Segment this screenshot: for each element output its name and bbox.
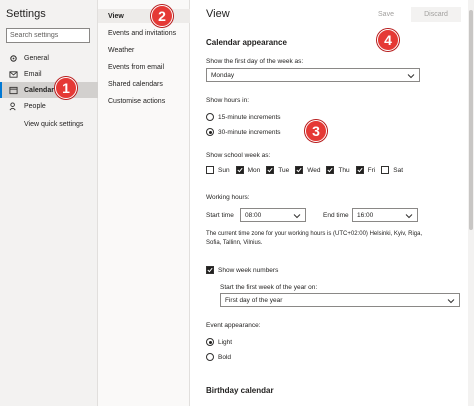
search-settings-input[interactable] [6, 28, 90, 43]
day-label: Sat [393, 166, 404, 174]
first-day-value: Monday [211, 71, 235, 79]
callout-badge-3: 3 [305, 120, 327, 142]
view-quick-settings-link[interactable]: View quick settings [24, 121, 83, 128]
nav-people[interactable]: People [0, 98, 98, 114]
birthday-calendar-heading: Birthday calendar [206, 386, 274, 395]
calendar-icon [8, 85, 18, 95]
nav-email[interactable]: Email [0, 66, 98, 82]
settings-pane: Settings General Email Calendar People V… [0, 0, 98, 406]
checkbox-checked [235, 166, 244, 174]
first-day-label: Show the first day of the week as: [206, 58, 304, 65]
working-hours-label: Working hours: [206, 194, 250, 201]
callout-badge-1: 1 [55, 77, 77, 99]
day-label: Thu [338, 166, 350, 174]
scrollbar-thumb[interactable] [469, 10, 473, 230]
radio-light[interactable]: Light [206, 338, 232, 346]
day-tue-checkbox[interactable]: Tue [266, 166, 289, 174]
start-time-dropdown[interactable]: 08:00 [240, 208, 306, 222]
checkbox-checked [295, 166, 304, 174]
day-label: Tue [278, 166, 290, 174]
submenu-events-invitations[interactable]: Events and invitations [98, 26, 190, 40]
submenu-weather[interactable]: Weather [98, 43, 190, 57]
day-label: Sun [218, 166, 230, 174]
day-thu-checkbox[interactable]: Thu [326, 166, 350, 174]
day-label: Wed [307, 166, 321, 174]
first-week-label: Start the first week of the year on: [220, 284, 318, 291]
callout-badge-4: 4 [377, 29, 399, 51]
radio-30-minute-label: 30-minute increments [218, 128, 281, 136]
checkbox-box [381, 166, 390, 174]
nav-calendar[interactable]: Calendar [0, 82, 98, 98]
radio-30-minute[interactable]: 30-minute increments [206, 128, 281, 136]
end-time-value: 16:00 [357, 211, 374, 219]
chevron-down-icon [447, 297, 455, 305]
submenu-customise-actions[interactable]: Customise actions [98, 94, 190, 108]
gear-icon [8, 53, 18, 63]
school-week-days: Sun Mon Tue Wed Thu Fri Sat [206, 166, 409, 174]
first-day-dropdown[interactable]: Monday [206, 68, 420, 82]
day-mon-checkbox[interactable]: Mon [235, 166, 261, 174]
day-label: Mon [247, 166, 261, 174]
nav-email-label: Email [24, 70, 42, 78]
chevron-down-icon [405, 212, 413, 220]
first-week-dropdown[interactable]: First day of the year [220, 293, 460, 307]
people-icon [8, 101, 18, 111]
show-hours-label: Show hours in: [206, 97, 249, 104]
radio-button-selected [206, 338, 214, 346]
callout-badge-2: 2 [151, 5, 173, 27]
day-fri-checkbox[interactable]: Fri [355, 166, 376, 174]
checkbox-checked [326, 166, 335, 174]
day-sat-checkbox[interactable]: Sat [381, 166, 403, 174]
day-wed-checkbox[interactable]: Wed [295, 166, 320, 174]
radio-button [206, 353, 214, 361]
nav-general-label: General [24, 54, 49, 62]
nav-general[interactable]: General [0, 50, 98, 66]
start-time-label: Start time [206, 212, 234, 219]
school-week-label: Show school week as: [206, 152, 271, 159]
chevron-down-icon [293, 212, 301, 220]
submenu-events-from-email[interactable]: Events from email [98, 60, 190, 74]
submenu-shared-calendars[interactable]: Shared calendars [98, 77, 190, 91]
nav-people-label: People [24, 102, 46, 110]
radio-button-selected [206, 128, 214, 136]
settings-title: Settings [6, 8, 46, 20]
page-title: View [206, 8, 230, 20]
save-button[interactable]: Save [368, 7, 404, 22]
day-sun-checkbox[interactable]: Sun [206, 166, 230, 174]
calendar-submenu: View Events and invitations Weather Even… [98, 0, 190, 406]
discard-button[interactable]: Discard [411, 7, 461, 22]
show-week-numbers-label: Show week numbers [218, 266, 279, 274]
start-time-value: 08:00 [245, 211, 262, 219]
end-time-label: End time [323, 212, 349, 219]
scrollbar[interactable] [468, 0, 474, 406]
radio-bold[interactable]: Bold [206, 353, 231, 361]
radio-15-minute[interactable]: 15-minute increments [206, 113, 281, 121]
checkbox-checked [355, 166, 364, 174]
checkbox-checked [206, 266, 214, 274]
checkbox-checked [266, 166, 275, 174]
mail-icon [8, 69, 18, 79]
end-time-dropdown[interactable]: 16:00 [352, 208, 418, 222]
nav-calendar-label: Calendar [24, 86, 54, 94]
radio-button [206, 113, 214, 121]
radio-light-label: Light [218, 338, 233, 346]
day-label: Fri [367, 166, 376, 174]
calendar-appearance-heading: Calendar appearance [206, 38, 287, 47]
view-settings-panel: View Save Discard Calendar appearance Sh… [190, 0, 474, 406]
submenu-view[interactable]: View [98, 9, 190, 23]
event-appearance-label: Event appearance: [206, 322, 261, 329]
radio-15-minute-label: 15-minute increments [218, 113, 281, 121]
timezone-note: The current time zone for your working h… [206, 231, 423, 246]
show-week-numbers-checkbox[interactable]: Show week numbers [206, 266, 278, 274]
chevron-down-icon [407, 72, 415, 80]
first-week-value: First day of the year [225, 296, 283, 304]
radio-bold-label: Bold [218, 353, 232, 361]
checkbox-box [206, 166, 214, 174]
